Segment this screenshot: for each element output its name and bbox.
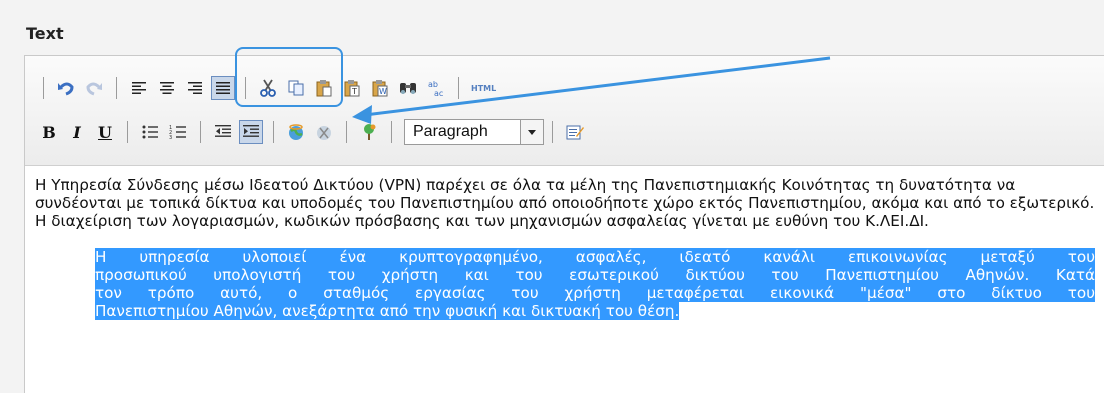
find-icon[interactable] xyxy=(396,76,420,100)
undo-icon[interactable] xyxy=(54,76,78,100)
toolbar-separator xyxy=(273,121,274,143)
copy-icon[interactable] xyxy=(284,76,308,100)
paste-icon[interactable] xyxy=(312,76,336,100)
selected-text: Πανεπιστημίου Αθηνών, ανεξάρτητα από την… xyxy=(95,302,680,320)
paste-text-icon[interactable]: T xyxy=(340,76,364,100)
field-label: Text xyxy=(26,24,64,43)
bullet-list-icon[interactable] xyxy=(138,120,162,144)
format-select[interactable]: Paragraph xyxy=(404,119,544,145)
cut-icon[interactable] xyxy=(256,76,280,100)
unlink-icon[interactable] xyxy=(312,120,336,144)
toolbar-separator xyxy=(43,77,44,99)
paragraph-1: Η Υπηρεσία Σύνδεσης μέσω Ιδεατού Δικτύου… xyxy=(35,176,1095,230)
html-source-button[interactable]: HTML xyxy=(471,84,496,93)
chevron-down-icon[interactable] xyxy=(520,120,543,144)
outdent-icon[interactable] xyxy=(211,120,235,144)
toolbar-separator xyxy=(127,121,128,143)
toolbar-separator xyxy=(116,77,117,99)
paragraph-2-selected: Η υπηρεσία υλοποιεί ένα κρυπτογραφημένο,… xyxy=(25,248,1095,320)
selected-text: Η υπηρεσία υλοποιεί ένα κρυπτογραφημένο,… xyxy=(95,248,1095,266)
editor-content[interactable]: Η Υπηρεσία Σύνδεσης μέσω Ιδεατού Δικτύου… xyxy=(25,176,1104,320)
toolbar-row-1: T W ab ac HTML xyxy=(35,73,496,103)
selected-line: Πανεπιστημίου Αθηνών, ανεξάρτητα από την… xyxy=(95,302,1095,320)
replace-icon[interactable]: ab ac xyxy=(424,76,448,100)
format-select-value: Paragraph xyxy=(413,123,488,140)
indent-icon[interactable] xyxy=(239,120,263,144)
editor-toolbar: T W ab ac HTML B I U 123 Paragraph xyxy=(25,56,1104,166)
align-justify-icon[interactable] xyxy=(211,76,235,100)
align-left-icon[interactable] xyxy=(127,76,151,100)
svg-text:ab: ab xyxy=(428,80,438,89)
redo-icon[interactable] xyxy=(82,76,106,100)
svg-text:W: W xyxy=(379,87,387,96)
toolbar-separator xyxy=(458,77,459,99)
selected-line: προσωπικού υπολογιστή του χρήστη και του… xyxy=(95,266,1095,284)
svg-text:3: 3 xyxy=(169,135,172,141)
svg-text:T: T xyxy=(351,87,357,96)
selected-text: τον τρόπο αυτό, ο σταθμός εργασίας του χ… xyxy=(95,284,1095,302)
insert-image-icon[interactable] xyxy=(357,120,381,144)
align-center-icon[interactable] xyxy=(155,76,179,100)
toolbar-row-2: B I U 123 Paragraph xyxy=(35,117,589,147)
selected-line: τον τρόπο αυτό, ο σταθμός εργασίας του χ… xyxy=(95,284,1095,302)
underline-icon[interactable]: U xyxy=(93,120,117,144)
align-right-icon[interactable] xyxy=(183,76,207,100)
paste-word-icon[interactable]: W xyxy=(368,76,392,100)
rich-text-editor[interactable]: T W ab ac HTML B I U 123 Paragraph Η Υπη… xyxy=(24,55,1104,393)
selected-text: προσωπικού υπολογιστή του χρήστη και του… xyxy=(95,266,1095,284)
numbered-list-icon[interactable]: 123 xyxy=(166,120,190,144)
svg-text:ac: ac xyxy=(434,89,443,97)
toolbar-separator xyxy=(391,121,392,143)
bold-icon[interactable]: B xyxy=(37,120,61,144)
toolbar-separator xyxy=(200,121,201,143)
toolbar-separator xyxy=(346,121,347,143)
edit-document-icon[interactable] xyxy=(563,120,587,144)
toolbar-separator xyxy=(552,121,553,143)
insert-link-icon[interactable] xyxy=(284,120,308,144)
selected-line: Η υπηρεσία υλοποιεί ένα κρυπτογραφημένο,… xyxy=(95,248,1095,266)
toolbar-separator xyxy=(245,77,246,99)
italic-icon[interactable]: I xyxy=(65,120,89,144)
